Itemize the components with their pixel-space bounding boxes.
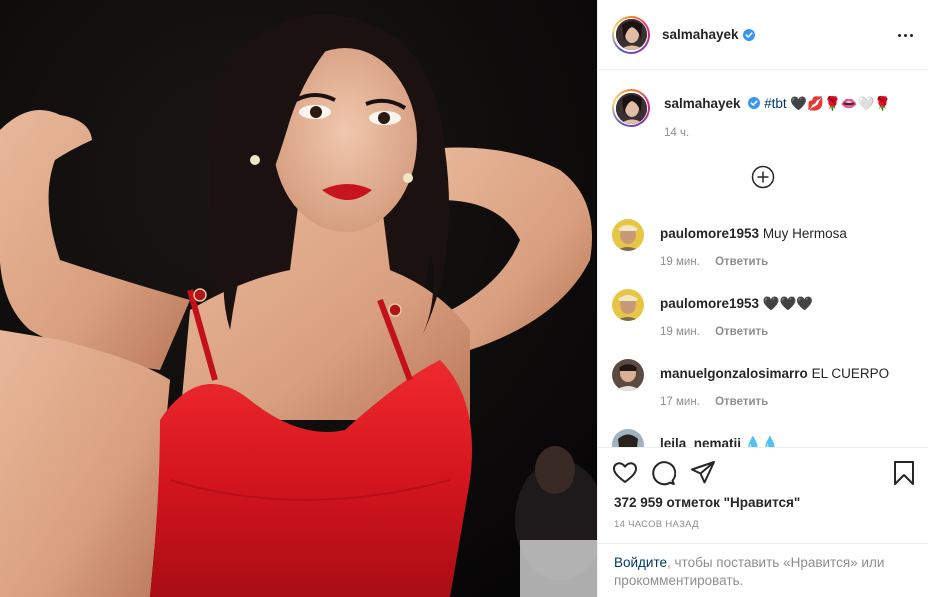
heart-icon[interactable]	[612, 460, 638, 486]
comment-text: manuelgonzalosimarro EL CUERPO	[660, 366, 889, 381]
more-dot	[909, 33, 913, 37]
comment-text: leila_nematii 💧💧	[660, 436, 778, 447]
avatar-ring-inner	[614, 91, 648, 125]
comment-username[interactable]: paulomore1953	[660, 226, 759, 241]
caption-username[interactable]: salmahayek	[664, 96, 741, 111]
reply-button[interactable]: Ответить	[715, 256, 768, 268]
commenter-avatar[interactable]	[612, 429, 644, 447]
commenter-avatar-illustration	[612, 429, 644, 447]
post-header: salmahayek	[598, 0, 928, 70]
bookmark-icon[interactable]	[891, 460, 917, 486]
comment-time[interactable]: 17 мин.	[660, 396, 700, 408]
comment-meta: 19 мин. Ответить	[660, 256, 768, 268]
avatar-illustration	[615, 19, 647, 50]
comment-item: paulomore1953 🖤🖤🖤 19 мин. Ответить	[612, 289, 922, 349]
caption-avatar[interactable]	[612, 89, 650, 127]
more-dot	[903, 33, 907, 37]
comment-body: 💧💧	[744, 436, 779, 447]
comment-text: paulomore1953 Muy Hermosa	[660, 226, 847, 241]
commenter-avatar[interactable]	[612, 359, 644, 391]
reply-button[interactable]: Ответить	[715, 326, 768, 338]
commenter-avatar-illustration	[612, 219, 644, 251]
comment-body: EL CUERPO	[811, 366, 890, 381]
caption-time[interactable]: 14 ч.	[664, 127, 689, 139]
instagram-post: salmahayek salmahayek #tbt 🖤💋🌹👄🤍🌹 14 ч. …	[0, 0, 928, 597]
login-link[interactable]: Войдите	[614, 555, 667, 570]
avatar-image	[615, 92, 647, 124]
commenter-avatar[interactable]	[612, 219, 644, 251]
comment-time[interactable]: 19 мин.	[660, 256, 700, 268]
caption-text: salmahayek #tbt 🖤💋🌹👄🤍🌹	[664, 96, 891, 112]
comments-list[interactable]: salmahayek #tbt 🖤💋🌹👄🤍🌹 14 ч. paulomore19…	[598, 71, 928, 447]
avatar-ring-inner	[614, 17, 648, 52]
reply-button[interactable]: Ответить	[715, 396, 768, 408]
caption-hashtag[interactable]: #tbt	[764, 96, 787, 111]
likes-count[interactable]: 372 959 отметок "Нравится"	[614, 495, 800, 510]
send-icon[interactable]	[690, 460, 716, 486]
avatar-illustration	[615, 92, 647, 124]
comment-meta: 17 мин. Ответить	[660, 396, 768, 408]
comment-username[interactable]: manuelgonzalosimarro	[660, 366, 808, 381]
comment-icon[interactable]	[650, 460, 676, 486]
caption-emojis: 🖤💋🌹👄🤍🌹	[790, 96, 892, 111]
comment-username[interactable]: paulomore1953	[660, 296, 759, 311]
comment-time[interactable]: 19 мин.	[660, 326, 700, 338]
post-timestamp[interactable]: 14 часов назад	[614, 519, 699, 530]
comment-item: paulomore1953 Muy Hermosa 19 мин. Ответи…	[612, 219, 922, 279]
commenter-avatar[interactable]	[612, 289, 644, 321]
action-bar	[612, 460, 917, 488]
comment-item: manuelgonzalosimarro EL CUERPO 17 мин. О…	[612, 359, 922, 419]
comment-item: leila_nematii 💧💧	[612, 429, 922, 447]
commenter-avatar-illustration	[612, 359, 644, 391]
post-photo[interactable]	[0, 0, 597, 597]
avatar-image	[615, 19, 647, 50]
comment-username[interactable]: leila_nematii	[660, 436, 741, 447]
author-avatar[interactable]	[612, 15, 650, 54]
more-dot	[897, 33, 901, 37]
more-options-icon[interactable]	[893, 25, 917, 45]
post-photo-illustration	[0, 0, 597, 597]
comment-body: Muy Hermosa	[762, 226, 847, 241]
commenter-avatar-illustration	[612, 289, 644, 321]
comment-text: paulomore1953 🖤🖤🖤	[660, 296, 813, 312]
author-username[interactable]: salmahayek	[662, 27, 739, 42]
plus-circle-icon[interactable]	[751, 165, 775, 189]
comment-body: 🖤🖤🖤	[762, 296, 814, 311]
post-side-panel: salmahayek salmahayek #tbt 🖤💋🌹👄🤍🌹 14 ч. …	[597, 0, 928, 597]
post-actions-section: 372 959 отметок "Нравится" 14 часов наза…	[598, 447, 928, 597]
verified-badge-icon	[742, 28, 755, 41]
comment-meta: 19 мин. Ответить	[660, 326, 768, 338]
verified-badge-icon	[748, 97, 761, 109]
login-prompt: Войдите, чтобы поставить «Нравится» или …	[598, 543, 928, 597]
